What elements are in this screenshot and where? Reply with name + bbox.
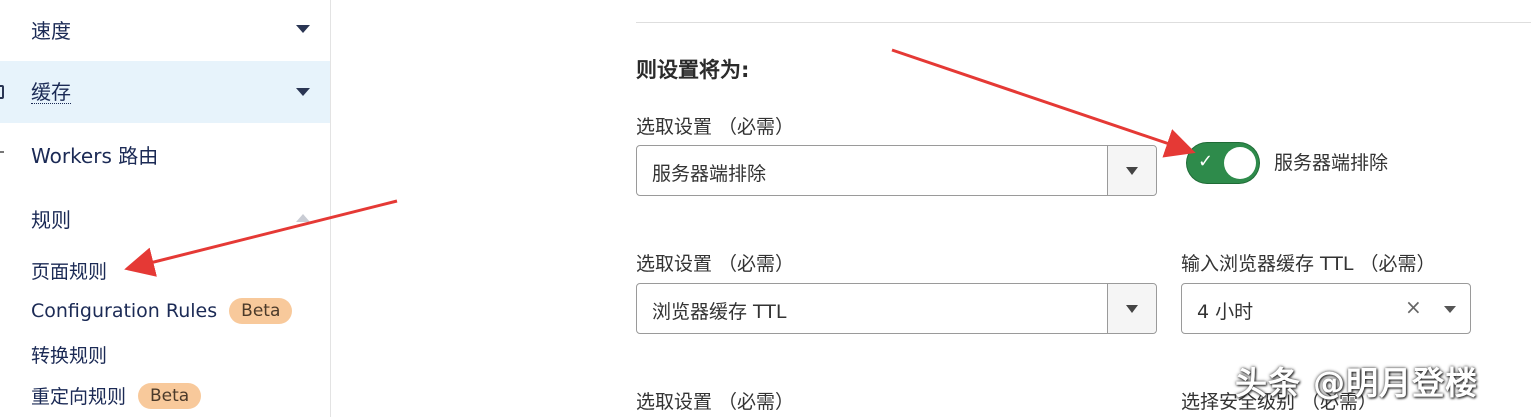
sidebar-item-cache[interactable]: 缓存 [0,61,330,123]
setting-label: 选取设置 （必需） [636,391,795,413]
workers-icon [0,151,4,153]
toggle-label: 服务器端排除 [1274,152,1389,174]
sidebar-subitem-configuration-rules[interactable]: Configuration Rules Beta [31,298,293,324]
sidebar-item-workers-routes[interactable]: Workers 路由 [0,123,330,185]
setting-select-browser-cache-ttl[interactable]: 浏览器缓存 TTL [636,283,1157,334]
sidebar-item-rules[interactable]: 规则 [0,187,330,249]
sidebar-item-label: 速度 [31,18,71,43]
sidebar-item-label: Workers 路由 [31,143,159,168]
setting-label: 选取设置 （必需） [636,116,795,138]
browser-cache-ttl-label: 输入浏览器缓存 TTL （必需） [1181,253,1436,275]
watermark: 头条 @明月登楼 [1235,364,1479,402]
select-value: 服务器端排除 [652,163,767,185]
chevron-down-icon [296,25,310,33]
sidebar-item-label: 缓存 [31,79,71,104]
dropdown-button[interactable] [1107,284,1156,333]
setting-select-server-side-exclude[interactable]: 服务器端排除 [636,145,1157,196]
toggle-knob [1224,147,1256,179]
setting-label: 选取设置 （必需） [636,253,795,275]
chevron-down-icon [1126,167,1138,175]
server-side-exclude-toggle[interactable]: ✓ [1187,143,1259,183]
sidebar-subitem-label: Configuration Rules [31,300,218,322]
arrow-to-toggle [891,48,1196,158]
chevron-down-icon [1126,305,1138,313]
beta-badge: Beta [138,382,202,409]
check-icon: ✓ [1198,151,1214,172]
sidebar-subitem-page-rules[interactable]: 页面规则 [31,257,107,284]
section-title: 则设置将为: [636,58,750,82]
chevron-down-icon [1444,306,1456,313]
cache-icon [0,85,4,99]
sidebar-subitem-transform-rules[interactable]: 转换规则 [31,341,107,368]
sidebar-subitem-label: 转换规则 [31,345,108,367]
sidebar-subitem-label: 重定向规则 [31,386,127,408]
sidebar-subitem-label: 页面规则 [31,261,108,283]
beta-badge: Beta [229,298,293,324]
chevron-up-icon [296,214,310,222]
section-divider [636,22,1531,23]
browser-cache-ttl-select[interactable]: 4 小时 × [1181,283,1471,334]
clear-icon[interactable]: × [1405,295,1422,319]
sidebar-item-speed[interactable]: 速度 [0,0,330,60]
select-value: 4 小时 [1197,301,1254,323]
chevron-down-icon [296,88,310,96]
select-value: 浏览器缓存 TTL [652,301,787,323]
sidebar-subitem-redirect-rules[interactable]: 重定向规则 Beta [31,382,202,409]
sidebar-item-label: 规则 [31,207,71,232]
sidebar: 速度 缓存 Workers 路由 规则 页面规则 Configuration R… [0,0,331,417]
dropdown-button[interactable] [1107,146,1156,195]
